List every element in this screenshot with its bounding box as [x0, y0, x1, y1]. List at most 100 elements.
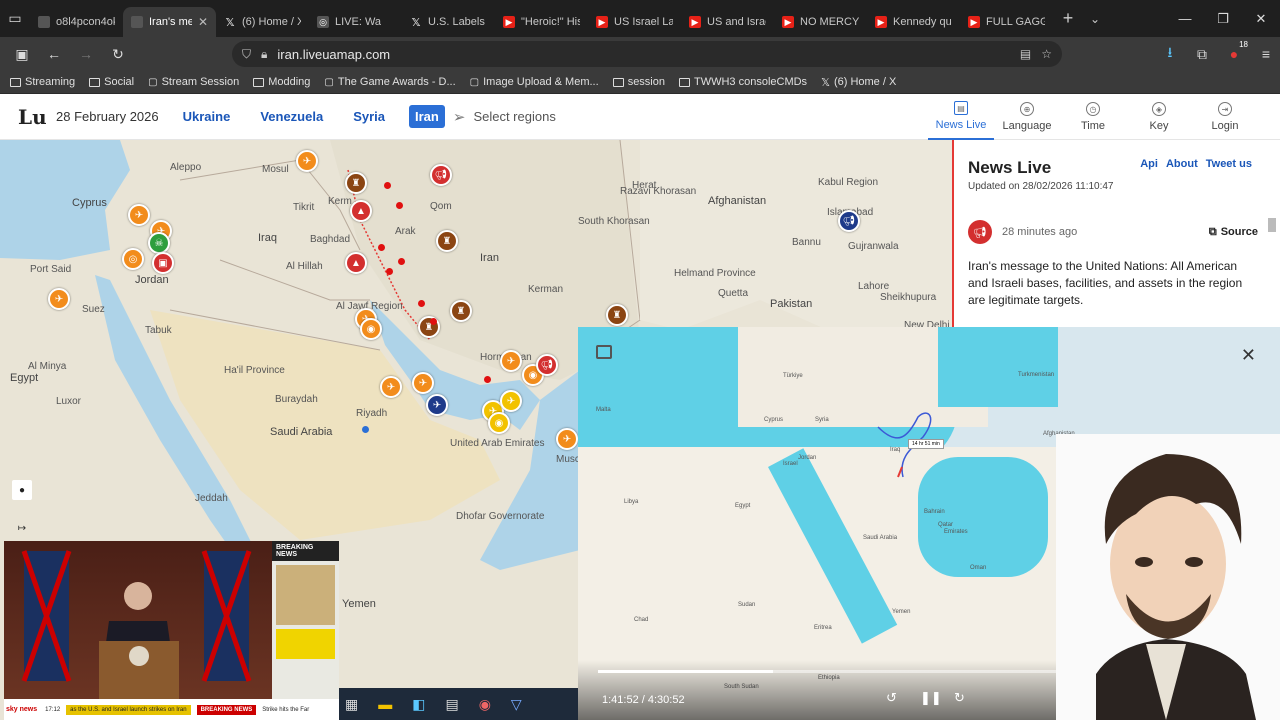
map-event-marker-icon[interactable]: ✈ — [296, 150, 318, 172]
pause-icon[interactable]: ❚❚ — [920, 690, 942, 706]
map-event-dot[interactable] — [484, 376, 491, 383]
map-event-marker-icon[interactable]: ✈ — [412, 372, 434, 394]
sky-news-video[interactable]: BREAKING NEWS sky news 17:12 as the U.S.… — [4, 541, 339, 720]
map-event-marker-icon[interactable]: ✈ — [426, 394, 448, 416]
region-tab-syria[interactable]: Syria — [347, 105, 391, 128]
sidebar-icon[interactable]: ▣ — [8, 40, 36, 68]
extensions-icon[interactable]: ⧉ — [1188, 40, 1216, 68]
lock-icon[interactable]: 🔒︎ — [261, 47, 267, 62]
restore-icon[interactable]: ❐ — [1204, 0, 1242, 37]
bookmark-item[interactable]: ▢ The Game Awards - D... — [324, 76, 455, 88]
browser-tab[interactable]: ▶ Kennedy que — [867, 7, 960, 37]
extension-badge-icon[interactable]: ● 18 — [1220, 40, 1248, 68]
address-bar[interactable]: ⛉ 🔒︎ iran.liveuamap.com ▤ ☆ — [232, 41, 1062, 67]
map-event-marker-icon[interactable]: ◉ — [488, 412, 510, 434]
map-event-marker-icon[interactable]: ✈ — [500, 350, 522, 372]
download-icon[interactable]: ⭳ — [1156, 40, 1184, 68]
browser-tab[interactable]: o8l4pcon4okg1.jp — [30, 7, 123, 37]
browser-tab[interactable]: ▶ NO MERCY: — [774, 7, 867, 37]
browser-tab[interactable]: ▶ "Heroic!" His — [495, 7, 588, 37]
url-text[interactable]: iran.liveuamap.com — [277, 47, 390, 62]
minimize-icon[interactable]: — — [1166, 0, 1204, 37]
app-icon[interactable]: ▽ — [511, 696, 522, 713]
map-event-dot[interactable] — [398, 258, 405, 265]
map-event-marker-icon[interactable]: 📢︎ — [430, 164, 452, 186]
map-event-marker-icon[interactable]: ☠ — [148, 232, 170, 254]
browser-tab[interactable]: 𝕏 U.S. Labels Ir — [402, 7, 495, 37]
map-event-marker-icon[interactable]: ✈ — [48, 288, 70, 310]
new-tab-button[interactable]: + — [1053, 8, 1083, 29]
header-menu-key[interactable]: ◈ Key — [1126, 94, 1192, 140]
forward-arrow-icon[interactable]: → — [72, 40, 100, 68]
fast-forward-icon[interactable]: ↻ — [954, 690, 965, 706]
close-window-icon[interactable]: ✕ — [1242, 0, 1280, 37]
news-item[interactable]: 📢︎ 28 minutes ago ⧉ Source Iran's messag… — [968, 220, 1258, 309]
bookmark-item[interactable]: TWWH3 consoleCMDs — [678, 76, 807, 88]
browser-tab[interactable]: ▶ US Israel Lau — [588, 7, 681, 37]
back-arrow-icon[interactable]: ← — [40, 40, 68, 68]
map-event-marker-icon[interactable]: ♜ — [436, 230, 458, 252]
app-icon[interactable]: ▤ — [445, 696, 458, 713]
bookmark-item[interactable]: ▢ Stream Session — [148, 76, 239, 88]
map-event-marker-icon[interactable]: ♜ — [450, 300, 472, 322]
rewind-icon[interactable]: ↺ — [886, 690, 897, 706]
map-event-marker-icon[interactable]: ✈ — [500, 390, 522, 412]
browser-tab[interactable]: 𝕏 (6) Home / X — [216, 7, 309, 37]
map-expand-icon[interactable]: ↦ — [12, 518, 32, 538]
map-event-dot[interactable] — [396, 202, 403, 209]
map-event-marker-icon[interactable]: ♜ — [345, 172, 367, 194]
pip-screenshot-icon[interactable] — [596, 345, 612, 359]
map-event-marker-icon[interactable]: ✈ — [380, 376, 402, 398]
app-icon[interactable]: ◉ — [479, 696, 491, 713]
map-event-dot[interactable] — [362, 426, 369, 433]
map-event-marker-icon[interactable]: ◎ — [122, 248, 144, 270]
bookmark-item[interactable]: Social — [89, 76, 134, 88]
map-event-marker-icon[interactable]: ✈ — [128, 204, 150, 226]
news-link-tweet-us[interactable]: Tweet us — [1206, 158, 1252, 170]
browser-tab[interactable]: ◎ LIVE: Wa — [309, 7, 402, 37]
bookmark-item[interactable]: session — [612, 76, 665, 88]
map-event-marker-icon[interactable]: ▲ — [345, 252, 367, 274]
select-regions-button[interactable]: ➢ Select regions — [453, 108, 556, 126]
map-layer-toggle-icon[interactable]: ● — [12, 480, 32, 500]
news-link-api[interactable]: Api — [1140, 158, 1158, 170]
region-tab-venezuela[interactable]: Venezuela — [254, 105, 329, 128]
header-menu-language[interactable]: ⊕ Language — [994, 94, 1060, 140]
file-explorer-icon[interactable]: ▬ — [378, 696, 392, 712]
header-menu-news-live[interactable]: ▤ News Live — [928, 94, 994, 140]
region-tab-iran[interactable]: Iran — [409, 105, 445, 128]
reload-icon[interactable]: ↻ — [104, 40, 132, 68]
bookmark-star-icon[interactable]: ☆ — [1041, 47, 1052, 61]
liveuamap-logo[interactable]: Lu — [18, 105, 47, 129]
pip-close-icon[interactable]: ✕ — [1241, 345, 1256, 366]
tab-list-chevron-icon[interactable]: ⌄ — [1083, 12, 1107, 26]
tab-actions-icon[interactable]: ▭ — [0, 5, 30, 33]
browser-tab[interactable]: ▶ FULL GAGGL — [960, 7, 1053, 37]
map-event-marker-icon[interactable]: 📢︎ — [536, 354, 558, 376]
map-event-dot[interactable] — [378, 244, 385, 251]
map-event-dot[interactable] — [386, 268, 393, 275]
map-event-dot[interactable] — [384, 182, 391, 189]
tab-close-icon[interactable]: ✕ — [198, 15, 208, 29]
task-view-icon[interactable]: ▦ — [345, 696, 358, 713]
map-event-marker-icon[interactable]: ♜ — [606, 304, 628, 326]
browser-tab[interactable]: ▶ US and Israel — [681, 7, 774, 37]
reader-view-icon[interactable]: ▤ — [1020, 47, 1031, 61]
menu-icon[interactable]: ≡ — [1252, 40, 1280, 68]
bookmark-item[interactable]: 𝕏 (6) Home / X — [821, 76, 896, 89]
header-menu-login[interactable]: ⇥ Login — [1192, 94, 1258, 140]
bookmark-item[interactable]: ▢ Image Upload & Mem... — [470, 76, 599, 88]
header-menu-time[interactable]: ◷ Time — [1060, 94, 1126, 140]
bookmark-item[interactable]: Modding — [253, 76, 310, 88]
news-link-about[interactable]: About — [1166, 158, 1198, 170]
map-event-marker-icon[interactable]: ▣ — [152, 252, 174, 274]
pip-progress-bar[interactable] — [598, 670, 1058, 673]
app-icon[interactable]: ◧ — [412, 696, 425, 713]
map-event-marker-icon[interactable]: 📢︎ — [838, 210, 860, 232]
map-event-dot[interactable] — [430, 318, 437, 325]
news-source-link[interactable]: ⧉ Source — [1209, 226, 1258, 239]
shield-icon[interactable]: ⛉ — [242, 47, 251, 62]
bookmark-item[interactable]: Streaming — [10, 76, 75, 88]
header-date[interactable]: 28 February 2026 — [56, 109, 159, 124]
map-event-marker-icon[interactable]: ✈ — [556, 428, 578, 450]
